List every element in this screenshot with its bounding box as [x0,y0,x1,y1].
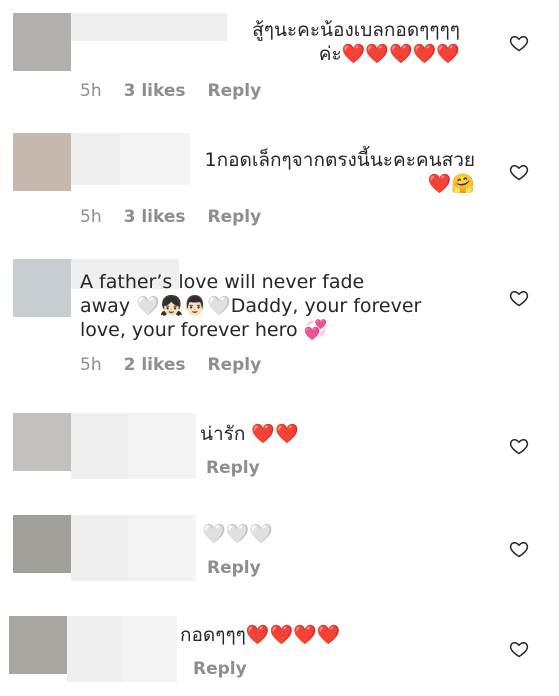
comment-text: 🤍🤍🤍 [202,523,273,545]
comment-text: กอดๆๆๆ❤️❤️❤️❤️ [180,624,341,646]
username-blur [128,515,196,581]
avatar[interactable] [9,616,67,674]
username-blur [128,413,196,479]
comment-5: 🤍🤍🤍 Reply [0,502,559,602]
likes-count[interactable]: 2 likes [124,355,186,375]
comment-2: 1กอดเล็กๆจากตรงนี้นะคะคนสวย ❤️🤗 5h 3 like… [0,120,559,242]
like-button[interactable] [509,436,529,456]
heart-outline-icon [509,291,529,307]
like-button[interactable] [509,539,529,559]
heart-outline-icon [509,542,529,558]
comment-6: กอดๆๆๆ❤️❤️❤️❤️ Reply [0,604,559,696]
heart-outline-icon [509,36,529,52]
comment-time: 5h [80,81,102,101]
avatar[interactable] [13,259,71,317]
comment-time: 5h [80,355,102,375]
reply-button[interactable]: Reply [206,458,260,478]
like-button[interactable] [509,639,529,659]
comment-meta: Reply [206,457,282,479]
comment-4: น่ารัก ❤️❤️ Reply [0,400,559,500]
likes-count[interactable]: 3 likes [124,207,186,227]
comment-time: 5h [80,207,102,227]
heart-outline-icon [509,642,529,658]
avatar[interactable] [13,13,71,71]
comment-text: A father’s love will never fade away 🤍👧🏻… [80,271,422,341]
heart-outline-icon [509,439,529,455]
avatar[interactable] [13,133,71,191]
reply-button[interactable]: Reply [208,355,262,375]
comment-meta: Reply [193,658,269,680]
reply-button[interactable]: Reply [193,659,247,679]
reply-button[interactable]: Reply [207,558,261,578]
reply-button[interactable]: Reply [208,207,262,227]
comment-text: น่ารัก ❤️❤️ [200,423,299,445]
comment-meta: 5h 3 likes Reply [80,206,283,228]
comment-meta: Reply [207,557,283,579]
avatar[interactable] [13,413,71,471]
like-button[interactable] [509,33,529,53]
comment-3: A father’s love will never fade away 🤍👧🏻… [0,246,559,396]
username-blur [122,616,177,682]
like-button[interactable] [509,288,529,308]
comment-text: สู้ๆนะคะน้องเบลกอดๆๆๆๆ ค่ะ❤️❤️❤️❤️❤️ [252,19,460,65]
comment-1: สู้ๆนะคะน้องเบลกอดๆๆๆๆ ค่ะ❤️❤️❤️❤️❤️ 5h 3… [0,0,559,120]
heart-outline-icon [509,165,529,181]
comment-text: 1กอดเล็กๆจากตรงนี้นะคะคนสวย ❤️🤗 [204,149,475,195]
comment-meta: 5h 2 likes Reply [80,354,283,376]
comment-meta: 5h 3 likes Reply [80,80,283,102]
likes-count[interactable]: 3 likes [124,81,186,101]
avatar[interactable] [13,515,71,573]
like-button[interactable] [509,162,529,182]
reply-button[interactable]: Reply [208,81,262,101]
